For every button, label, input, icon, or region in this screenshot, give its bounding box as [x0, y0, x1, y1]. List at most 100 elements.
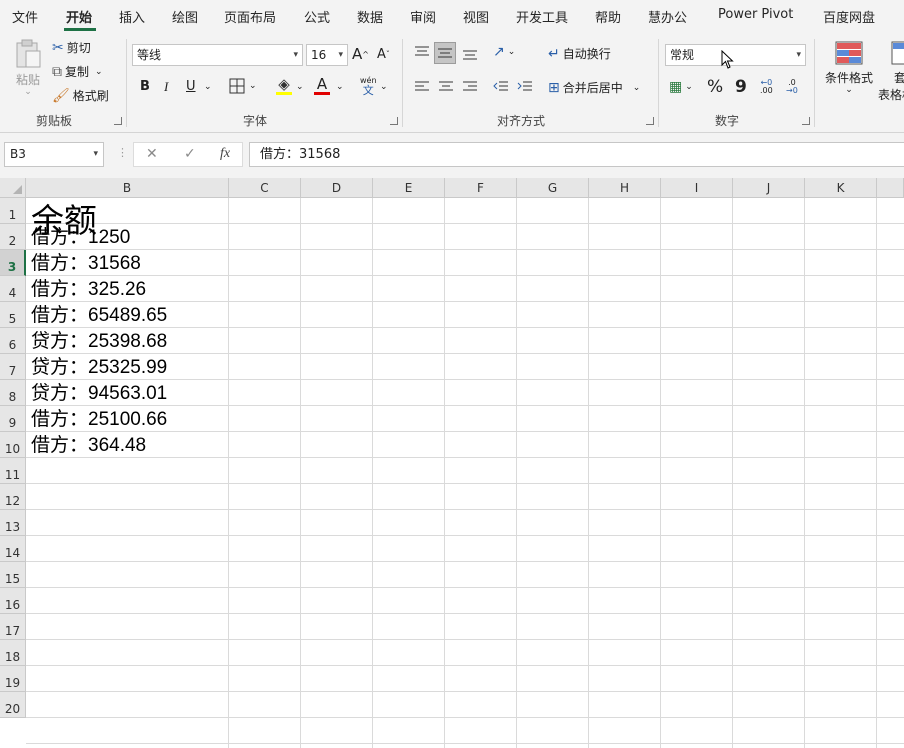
align-middle-button[interactable] — [434, 42, 456, 64]
cell-b9[interactable]: 借方：25100.66 — [31, 410, 167, 429]
chevron-down-icon[interactable]: ⌄ — [380, 82, 388, 92]
font-launcher-icon[interactable] — [390, 117, 398, 125]
paste-button[interactable]: 粘贴 ⌄ — [12, 39, 44, 97]
tab-developer[interactable]: 开发工具 — [516, 7, 568, 26]
cancel-icon[interactable]: ✕ — [146, 146, 158, 162]
cell-b5[interactable]: 借方：65489.65 — [31, 306, 167, 325]
cell-b2[interactable]: 借方：1250 — [31, 228, 130, 247]
increase-font-size-button[interactable]: A ^ — [352, 45, 369, 63]
row-header-15[interactable]: 15 — [0, 562, 26, 588]
format-as-table-button[interactable]: 套 表格格 — [878, 41, 904, 103]
cell-b3[interactable]: 借方：31568 — [31, 254, 141, 273]
column-header-g[interactable]: G — [517, 178, 589, 198]
row-header-17[interactable]: 17 — [0, 614, 26, 640]
phonetic-button[interactable]: wén 文 — [360, 76, 377, 96]
accounting-format-button[interactable]: ▦ ⌄ — [669, 79, 693, 95]
align-right-icon[interactable] — [462, 80, 478, 94]
fill-color-button[interactable]: ◈ — [276, 76, 292, 95]
font-name-select[interactable]: 等线 ▾ — [132, 44, 303, 66]
tab-draw[interactable]: 绘图 — [172, 7, 198, 26]
increase-indent-icon[interactable] — [517, 80, 533, 94]
tab-home[interactable]: 开始 — [66, 7, 92, 26]
number-launcher-icon[interactable] — [802, 117, 810, 125]
row-header-10[interactable]: 10 — [0, 432, 26, 458]
format-painter-button[interactable]: 🖌 格式刷 — [52, 87, 109, 104]
cell-b4[interactable]: 借方：325.26 — [31, 280, 146, 299]
column-header-partial[interactable] — [877, 178, 904, 198]
conditional-format-button[interactable]: 条件格式 ⌄ — [822, 41, 876, 95]
align-left-icon[interactable] — [414, 80, 430, 94]
drag-handle-icon[interactable]: ⋮ — [117, 146, 128, 159]
underline-button[interactable]: U — [186, 79, 196, 94]
column-header-c[interactable]: C — [229, 178, 301, 198]
insert-function-icon[interactable]: fx — [220, 146, 230, 162]
name-box[interactable]: B3 ▾ — [4, 142, 104, 167]
row-header-9[interactable]: 9 — [0, 406, 26, 432]
chevron-down-icon[interactable]: ⌄ — [204, 82, 212, 92]
tab-review[interactable]: 审阅 — [410, 7, 436, 26]
row-header-1[interactable]: 1 — [0, 198, 26, 224]
align-top-icon[interactable] — [414, 45, 430, 59]
row-header-20[interactable]: 20 — [0, 692, 26, 718]
alignment-launcher-icon[interactable] — [646, 117, 654, 125]
row-header-7[interactable]: 7 — [0, 354, 26, 380]
select-all-button[interactable] — [0, 178, 26, 198]
row-header-18[interactable]: 18 — [0, 640, 26, 666]
tab-formulas[interactable]: 公式 — [304, 7, 330, 26]
row-header-6[interactable]: 6 — [0, 328, 26, 354]
tab-baidu-netdisk[interactable]: 百度网盘 — [823, 7, 875, 26]
borders-button[interactable]: ⌄ — [229, 78, 257, 94]
column-header-i[interactable]: I — [661, 178, 733, 198]
row-header-4[interactable]: 4 — [0, 276, 26, 302]
tab-insert[interactable]: 插入 — [119, 7, 145, 26]
chevron-down-icon[interactable]: ⌄ — [336, 82, 344, 92]
decrease-decimal-button[interactable]: .0 →0 — [786, 79, 798, 95]
font-color-button[interactable]: A — [314, 76, 330, 95]
cell-b8[interactable]: 贷方：94563.01 — [31, 384, 167, 403]
enter-icon[interactable]: ✓ — [184, 146, 196, 162]
copy-button[interactable]: ⧉ 复制 ⌄ — [52, 63, 103, 80]
row-header-3[interactable]: 3 — [0, 250, 26, 276]
decrease-indent-icon[interactable] — [493, 80, 509, 94]
align-center-icon[interactable] — [438, 80, 454, 94]
column-header-h[interactable]: H — [589, 178, 661, 198]
clipboard-launcher-icon[interactable] — [114, 117, 122, 125]
wrap-text-button[interactable]: ↵ 自动换行 — [548, 45, 611, 62]
column-header-e[interactable]: E — [373, 178, 445, 198]
percent-button[interactable]: % — [707, 77, 723, 97]
cut-button[interactable]: ✂ 剪切 — [52, 39, 91, 56]
row-header-19[interactable]: 19 — [0, 666, 26, 692]
row-header-2[interactable]: 2 — [0, 224, 26, 250]
tab-view[interactable]: 视图 — [463, 7, 489, 26]
cell-b10[interactable]: 借方：364.48 — [31, 436, 146, 455]
tab-data[interactable]: 数据 — [357, 7, 383, 26]
column-header-b[interactable]: B — [26, 178, 229, 198]
cell-b7[interactable]: 贷方：25325.99 — [31, 358, 167, 377]
column-header-j[interactable]: J — [733, 178, 805, 198]
chevron-down-icon[interactable]: ⌄ — [296, 82, 304, 92]
row-header-8[interactable]: 8 — [0, 380, 26, 406]
comma-button[interactable]: 9 — [735, 77, 747, 97]
row-header-12[interactable]: 12 — [0, 484, 26, 510]
tab-huibangong[interactable]: 慧办公 — [648, 7, 687, 26]
row-header-11[interactable]: 11 — [0, 458, 26, 484]
orientation-button[interactable]: ↗ ⌄ — [493, 44, 515, 60]
row-header-14[interactable]: 14 — [0, 536, 26, 562]
font-size-select[interactable]: 16 ▾ — [306, 44, 348, 66]
tab-file[interactable]: 文件 — [12, 7, 38, 26]
cell-b6[interactable]: 贷方：25398.68 — [31, 332, 167, 351]
decrease-font-size-button[interactable]: Aˇ — [377, 47, 390, 62]
bold-button[interactable]: B — [140, 79, 150, 94]
align-bottom-icon[interactable] — [462, 47, 478, 61]
italic-button[interactable]: I — [164, 79, 168, 95]
column-header-f[interactable]: F — [445, 178, 517, 198]
tab-help[interactable]: 帮助 — [595, 7, 621, 26]
column-header-d[interactable]: D — [301, 178, 373, 198]
number-format-select[interactable]: 常规 ▾ — [665, 44, 806, 66]
column-header-k[interactable]: K — [805, 178, 877, 198]
merge-center-button[interactable]: ⊞ 合并后居中 ⌄ — [548, 79, 640, 96]
row-header-13[interactable]: 13 — [0, 510, 26, 536]
increase-decimal-button[interactable]: ←0 .00 — [760, 79, 773, 95]
row-header-5[interactable]: 5 — [0, 302, 26, 328]
row-header-16[interactable]: 16 — [0, 588, 26, 614]
